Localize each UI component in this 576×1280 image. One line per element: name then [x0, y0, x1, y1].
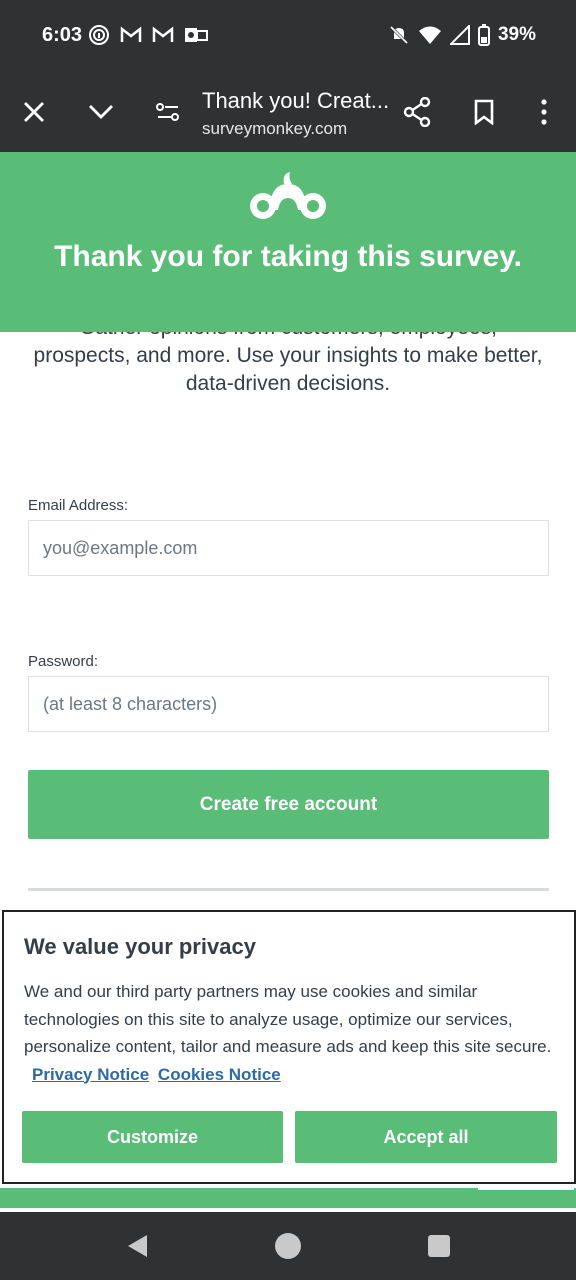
- email-label: Email Address:: [28, 497, 129, 514]
- divider: [28, 888, 549, 891]
- email-field[interactable]: [28, 520, 549, 576]
- browser-toolbar: Thank you! Creat... surveymonkey.com: [0, 72, 576, 152]
- footer-strip: [0, 1188, 576, 1208]
- status-bar: 6:03 39%: [0, 0, 576, 72]
- battery-percent: 39%: [497, 24, 536, 45]
- page-url[interactable]: surveymonkey.com: [202, 119, 347, 139]
- accept-all-button[interactable]: Accept all: [295, 1111, 557, 1163]
- status-right: 39%: [388, 24, 536, 46]
- signal-icon: [449, 25, 470, 45]
- bookmark-icon[interactable]: [466, 94, 502, 130]
- outlook-icon: [185, 28, 208, 42]
- password-field[interactable]: [28, 676, 549, 732]
- hero-title: Thank you for taking this survey.: [54, 240, 522, 273]
- home-icon[interactable]: [274, 1232, 302, 1260]
- page-info-icon[interactable]: [150, 94, 186, 130]
- intro-body: prospects, and more. Use your insights t…: [33, 344, 543, 395]
- system-nav-bar: [0, 1212, 576, 1280]
- password-label: Password:: [28, 653, 99, 670]
- wifi-icon: [418, 26, 441, 44]
- chevron-down-icon[interactable]: [83, 94, 119, 130]
- surveymonkey-logo-icon: [250, 172, 326, 219]
- close-icon[interactable]: [16, 94, 52, 130]
- customize-button[interactable]: Customize: [22, 1111, 283, 1163]
- page-title: Thank you! Creat...: [202, 88, 390, 113]
- gmail-icon: [120, 26, 142, 42]
- privacy-notice-link[interactable]: Privacy Notice: [32, 1065, 149, 1084]
- thank-you-banner: Thank you for taking this survey.: [0, 152, 576, 332]
- gmail-icon: [152, 26, 174, 42]
- fingerprint-icon: [89, 25, 109, 45]
- battery-icon: [477, 24, 490, 46]
- more-options-icon[interactable]: [526, 94, 562, 130]
- mute-icon: [389, 25, 409, 45]
- share-icon[interactable]: [399, 94, 435, 130]
- cookies-notice-link[interactable]: Cookies Notice: [158, 1065, 281, 1084]
- notification-icons: [88, 24, 208, 46]
- back-icon[interactable]: [123, 1232, 151, 1260]
- recents-icon[interactable]: [425, 1232, 453, 1260]
- create-account-button[interactable]: Create free account: [28, 770, 549, 839]
- privacy-title: We value your privacy: [24, 934, 256, 959]
- privacy-banner: We value your privacy We and our third p…: [2, 910, 576, 1184]
- privacy-body: We and our third party partners may use …: [24, 978, 558, 1088]
- footer-tab: [478, 1184, 574, 1190]
- privacy-text: We and our third party partners may use …: [24, 982, 552, 1056]
- status-time: 6:03: [42, 24, 83, 46]
